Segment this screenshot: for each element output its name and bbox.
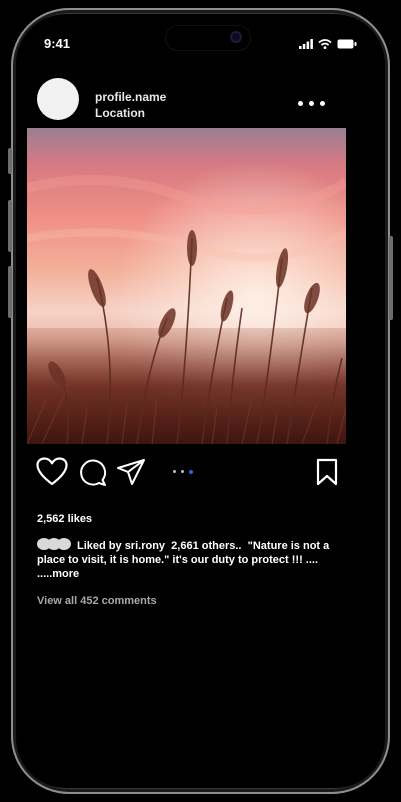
wifi-icon xyxy=(318,39,332,49)
post-caption: Liked by sri.rony 2,661 others.. "Nature… xyxy=(37,538,347,581)
carousel-dot xyxy=(173,470,176,473)
carousel-dot xyxy=(181,470,184,473)
profile-avatar[interactable] xyxy=(37,78,79,120)
side-button-power xyxy=(389,236,393,320)
liked-by-user[interactable]: sri.rony xyxy=(125,540,165,552)
camera-icon xyxy=(230,31,242,43)
liked-by-others[interactable]: 2,661 others.. xyxy=(171,540,241,552)
liked-by-avatars[interactable] xyxy=(37,538,75,550)
bookmark-icon[interactable] xyxy=(316,458,338,486)
comment-icon[interactable] xyxy=(78,458,108,488)
liked-by-prefix: Liked by xyxy=(77,540,125,552)
share-icon[interactable] xyxy=(116,458,146,486)
post-image[interactable] xyxy=(27,128,346,444)
heart-icon[interactable] xyxy=(36,457,68,487)
phone-screen: 9:41 profile.name Location 2,562 likes L… xyxy=(16,14,385,788)
profile-name[interactable]: profile.name xyxy=(95,90,166,104)
status-time: 9:41 xyxy=(44,36,71,51)
status-icons xyxy=(299,39,357,49)
sunset-grass-photo xyxy=(27,128,346,444)
battery-icon xyxy=(337,39,357,49)
carousel-indicator xyxy=(173,469,193,474)
post-location[interactable]: Location xyxy=(95,106,145,120)
view-comments-link[interactable]: View all 452 comments xyxy=(37,595,157,607)
side-button-mute xyxy=(8,148,12,174)
likes-count[interactable]: 2,562 likes xyxy=(37,513,92,525)
caption-more-link[interactable]: .....more xyxy=(37,568,79,580)
side-button-volume-down xyxy=(8,266,12,318)
carousel-dot-active xyxy=(189,469,193,474)
signal-icon xyxy=(299,39,313,49)
more-options-icon[interactable] xyxy=(298,101,325,106)
side-button-volume-up xyxy=(8,200,12,252)
